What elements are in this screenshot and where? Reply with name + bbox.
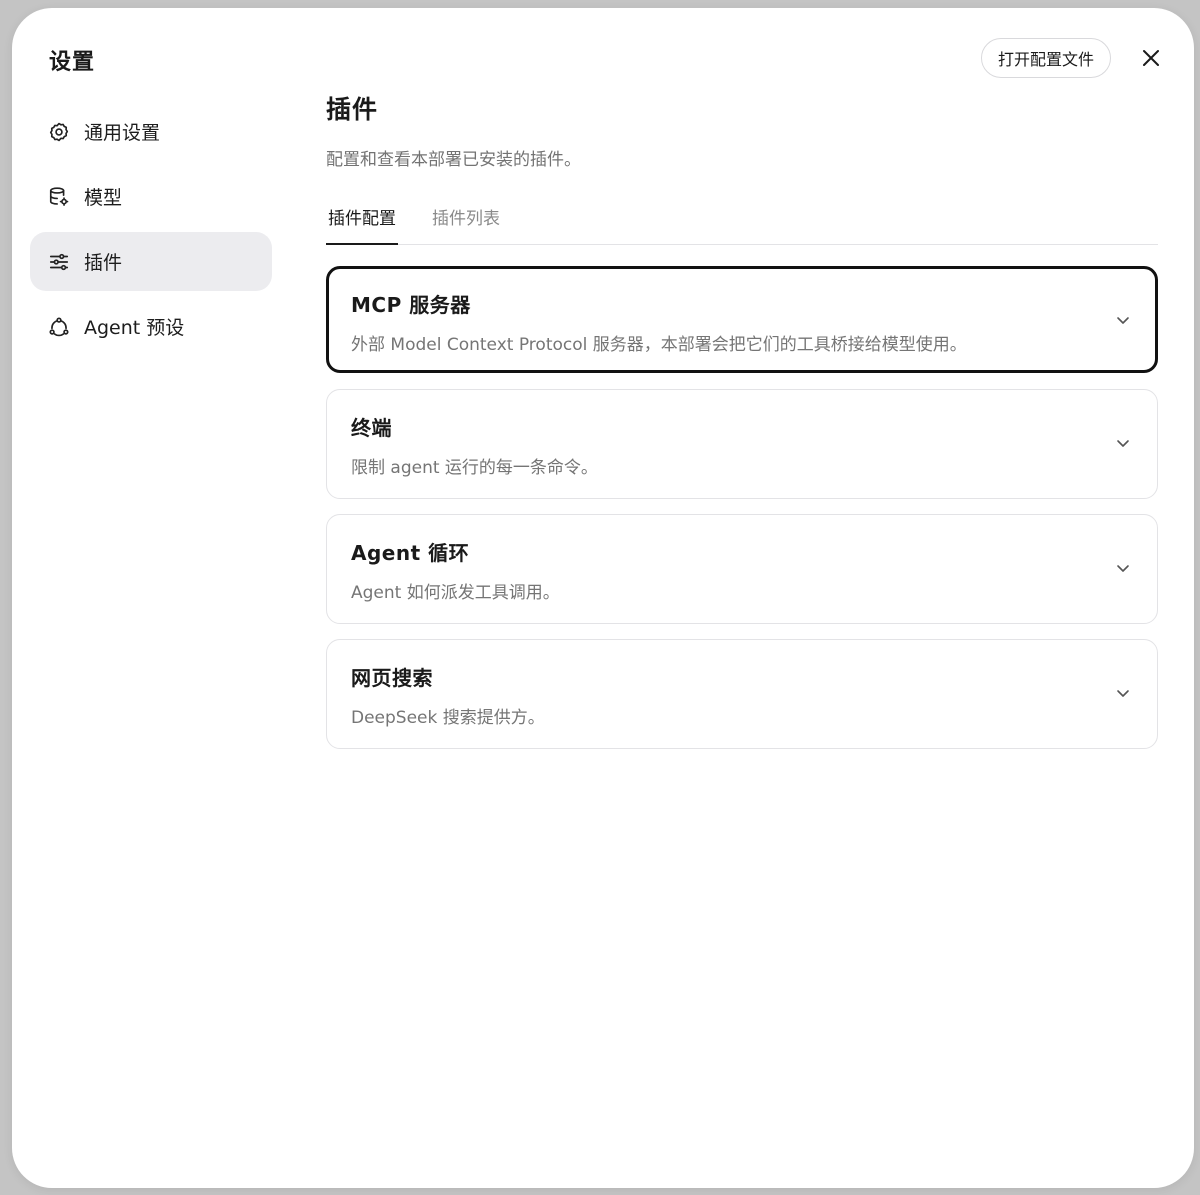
settings-main: 插件 配置和查看本部署已安装的插件。 插件配置 插件列表 MCP 服务器 外部 …	[326, 8, 1158, 1188]
sidebar-item-label: 模型	[84, 187, 123, 209]
card-description: Agent 如何派发工具调用。	[351, 583, 560, 603]
card-title: 终端	[351, 416, 392, 440]
database-gear-icon	[48, 186, 70, 208]
plugin-card-agent-loop[interactable]: Agent 循环 Agent 如何派发工具调用。	[326, 514, 1158, 624]
gear-icon	[48, 121, 70, 143]
sidebar-nav: 通用设置 模型 插件 Agent 预设	[30, 102, 272, 362]
card-description: 外部 Model Context Protocol 服务器，本部署会把它们的工具…	[351, 335, 967, 355]
sidebar-item-plugins[interactable]: 插件	[30, 232, 272, 291]
chevron-down-icon	[1117, 317, 1129, 324]
sidebar-item-general[interactable]: 通用设置	[30, 102, 272, 161]
sidebar-item-agent-presets[interactable]: Agent 预设	[30, 297, 272, 356]
sidebar-item-label: 通用设置	[84, 122, 161, 144]
settings-dialog: 设置 通用设置 模型 插件 Agent 预设 打开配置文件 插件 配置和查看本部…	[12, 8, 1194, 1188]
plugin-card-terminal[interactable]: 终端 限制 agent 运行的每一条命令。	[326, 389, 1158, 499]
plugin-tabs: 插件配置 插件列表	[326, 198, 1158, 245]
card-title: 网页搜索	[351, 666, 433, 690]
sidebar-item-models[interactable]: 模型	[30, 167, 272, 226]
sidebar-title: 设置	[49, 50, 96, 75]
chevron-down-icon	[1117, 440, 1129, 447]
sidebar-item-label: 插件	[84, 252, 123, 274]
page-description: 配置和查看本部署已安装的插件。	[326, 150, 581, 170]
plugin-card-web-search[interactable]: 网页搜索 DeepSeek 搜索提供方。	[326, 639, 1158, 749]
plugin-card-mcp-servers[interactable]: MCP 服务器 外部 Model Context Protocol 服务器，本部…	[326, 266, 1158, 373]
settings-sidebar: 设置 通用设置 模型 插件 Agent 预设	[12, 8, 292, 1188]
card-title: MCP 服务器	[351, 293, 471, 317]
card-title: Agent 循环	[351, 541, 470, 565]
sidebar-item-label: Agent 预设	[84, 317, 185, 339]
tab-plugin-list[interactable]: 插件列表	[430, 198, 502, 244]
card-description: 限制 agent 运行的每一条命令。	[351, 458, 598, 478]
chevron-down-icon	[1117, 690, 1129, 697]
tab-plugin-config[interactable]: 插件配置	[326, 198, 398, 245]
chevron-down-icon	[1117, 565, 1129, 572]
sliders-icon	[48, 251, 70, 273]
page-title: 插件	[326, 95, 379, 124]
plugin-card-list: MCP 服务器 外部 Model Context Protocol 服务器，本部…	[326, 266, 1158, 764]
card-description: DeepSeek 搜索提供方。	[351, 708, 545, 728]
agent-cycle-icon	[48, 316, 70, 338]
